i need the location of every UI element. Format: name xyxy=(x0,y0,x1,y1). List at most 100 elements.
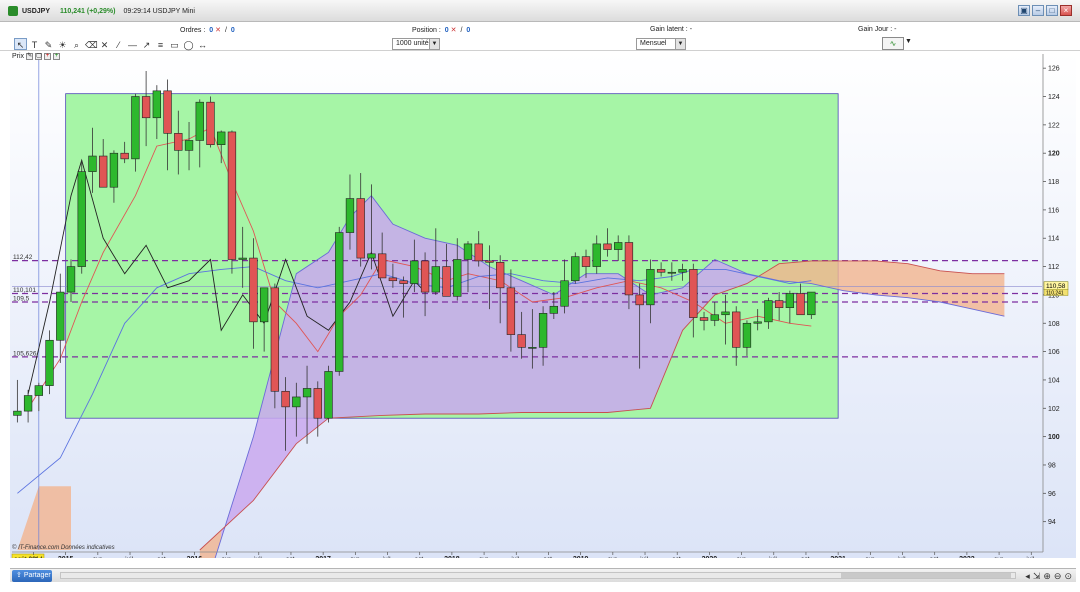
candle-body[interactable] xyxy=(689,269,698,318)
candle-body[interactable] xyxy=(345,198,355,233)
candle-body[interactable] xyxy=(152,90,162,119)
candle-body[interactable] xyxy=(528,347,537,349)
position-value[interactable]: 0 xyxy=(445,27,449,34)
highlight-tool-icon[interactable]: ☀ xyxy=(56,38,69,50)
auto-scale-icon[interactable]: ⇲ xyxy=(1033,570,1041,582)
candle-body[interactable] xyxy=(163,90,172,134)
candle-body[interactable] xyxy=(796,293,805,316)
candle-body[interactable] xyxy=(217,131,226,145)
candle-body[interactable] xyxy=(88,155,97,172)
candle-body[interactable] xyxy=(710,314,719,321)
candle-body[interactable] xyxy=(227,131,237,260)
candle-body[interactable] xyxy=(377,253,387,279)
candle-body[interactable] xyxy=(453,259,462,297)
candle-body[interactable] xyxy=(23,395,33,412)
zoom-in-icon[interactable]: ⊕ xyxy=(1043,570,1051,582)
indicators-chevron-icon[interactable]: ▼ xyxy=(905,38,912,45)
candle-body[interactable] xyxy=(442,266,451,297)
minimize-icon[interactable]: – xyxy=(1032,5,1044,16)
channel-tool-icon[interactable]: ≡ xyxy=(154,38,167,50)
candle-body[interactable] xyxy=(753,321,762,324)
copy-icon[interactable]: ▢ xyxy=(35,53,43,60)
candle-body[interactable] xyxy=(356,198,365,259)
candle-body[interactable] xyxy=(45,339,54,386)
candle-body[interactable] xyxy=(463,243,473,260)
eraser-tool-icon[interactable]: ⌫ xyxy=(84,38,98,50)
zoom-out-icon[interactable]: ⊖ xyxy=(1054,570,1062,582)
candle-body[interactable] xyxy=(592,243,601,267)
candle-body[interactable] xyxy=(506,287,516,335)
measure-tool-icon[interactable]: ↔ xyxy=(196,38,209,50)
wrench-icon[interactable]: ✎ xyxy=(26,53,34,60)
candle-body[interactable] xyxy=(249,257,258,323)
zoom-reset-icon[interactable]: ⊙ xyxy=(1064,570,1072,582)
candle-body[interactable] xyxy=(517,334,526,348)
candle-body[interactable] xyxy=(667,271,677,274)
candle-body[interactable] xyxy=(764,300,773,323)
candle-body[interactable] xyxy=(474,243,483,262)
candle-body[interactable] xyxy=(281,390,290,408)
candle-body[interactable] xyxy=(538,313,548,348)
zoom-in-icon[interactable]: + xyxy=(44,53,52,60)
candle-body[interactable] xyxy=(270,287,280,392)
close-icon[interactable]: × xyxy=(1060,5,1072,16)
trendline-tool-icon[interactable]: ⁄ xyxy=(112,38,125,50)
candle-body[interactable] xyxy=(302,388,312,398)
scrollbar-thumb[interactable] xyxy=(841,573,1011,578)
orders-value[interactable]: 0 xyxy=(209,27,213,34)
arrow-tool-icon[interactable]: ↗ xyxy=(140,38,153,50)
candle-body[interactable] xyxy=(238,257,247,260)
candle-body[interactable] xyxy=(367,253,376,259)
candle-body[interactable] xyxy=(34,385,43,396)
text-tool-icon[interactable]: T xyxy=(28,38,41,50)
candle-body[interactable] xyxy=(699,317,709,321)
horizontal-line-tool-icon[interactable]: — xyxy=(126,38,139,50)
candle-body[interactable] xyxy=(292,396,301,408)
chart-svg[interactable]: 112,42 110,101 109,5 105,626 94 96 98 100 102 10… xyxy=(10,52,1076,592)
candle-body[interactable] xyxy=(785,293,795,308)
pointer-tool-icon[interactable]: ↖ xyxy=(14,38,27,50)
candle-body[interactable] xyxy=(656,269,666,273)
indicators-button[interactable]: ∿ xyxy=(882,37,904,50)
candle-body[interactable] xyxy=(131,96,140,160)
candle-body[interactable] xyxy=(431,266,440,293)
scroll-left-icon[interactable]: ◂ xyxy=(1025,570,1030,582)
share-button[interactable]: ⇪ Partager xyxy=(12,570,52,582)
candle-body[interactable] xyxy=(603,243,612,250)
candle-body[interactable] xyxy=(141,96,151,119)
candle-body[interactable] xyxy=(635,294,644,306)
zoom-tool-icon[interactable]: ⌕ xyxy=(70,38,83,50)
candle-body[interactable] xyxy=(77,171,86,267)
period-select[interactable]: Mensuel ▼ xyxy=(636,38,686,50)
price-chart[interactable]: 112,42 110,101 109,5 105,626 94 96 98 100 102 10… xyxy=(10,52,1076,592)
candle-body[interactable] xyxy=(571,256,580,282)
candle-body[interactable] xyxy=(120,152,129,160)
candle-body[interactable] xyxy=(420,260,430,293)
candle-body[interactable] xyxy=(560,280,569,307)
add-indicator-icon[interactable]: + xyxy=(53,53,61,60)
rectangle-tool-icon[interactable]: ▭ xyxy=(168,38,181,50)
candle-body[interactable] xyxy=(807,291,816,316)
candle-body[interactable] xyxy=(13,410,22,416)
candle-body[interactable] xyxy=(109,152,119,188)
candle-body[interactable] xyxy=(678,269,687,273)
candle-body[interactable] xyxy=(388,277,398,282)
candle-body[interactable] xyxy=(313,388,322,419)
candle-body[interactable] xyxy=(66,266,76,293)
time-scrollbar[interactable] xyxy=(60,572,1016,579)
candle-body[interactable] xyxy=(206,101,215,145)
candle-body[interactable] xyxy=(732,311,741,348)
candle-body[interactable] xyxy=(774,300,784,308)
candle-body[interactable] xyxy=(742,322,752,348)
delete-tool-icon[interactable]: ✕ xyxy=(98,38,111,50)
candle-body[interactable] xyxy=(174,133,183,151)
candle-body[interactable] xyxy=(721,311,730,316)
candle-body[interactable] xyxy=(646,269,655,306)
position-value-2[interactable]: 0 xyxy=(466,27,470,34)
ellipse-tool-icon[interactable]: ◯ xyxy=(182,38,195,50)
candle-body[interactable] xyxy=(549,305,558,314)
maximize-icon[interactable]: □ xyxy=(1046,5,1058,16)
candle-body[interactable] xyxy=(324,371,333,419)
quantity-select[interactable]: 1000 unités ▼ xyxy=(392,38,440,50)
orders-value-2[interactable]: 0 xyxy=(231,27,235,34)
